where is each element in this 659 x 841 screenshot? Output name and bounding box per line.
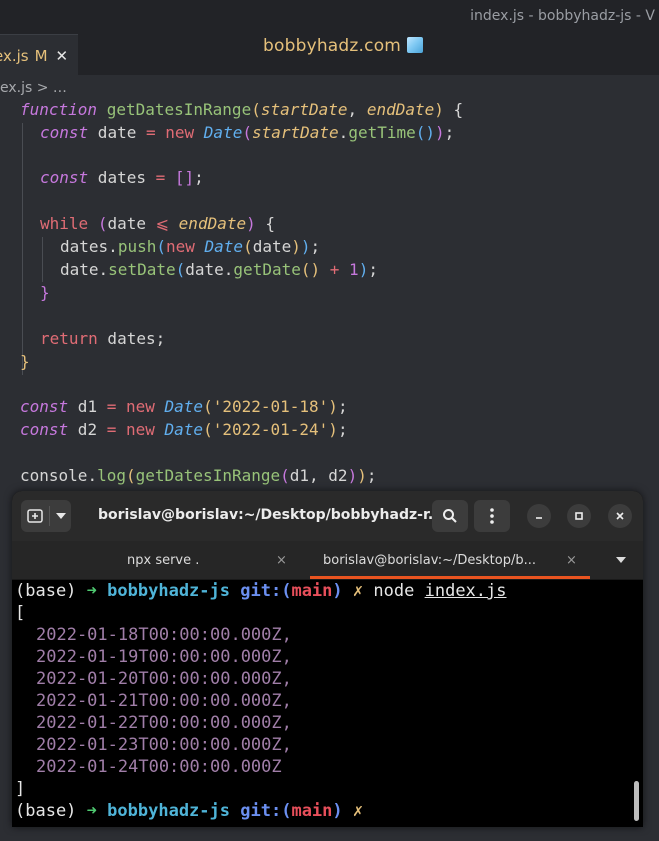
terminal-tab-active[interactable]: borislav@borislav:~/Desktop/b... bbox=[323, 541, 536, 579]
code-line: console.log(getDatesInRange(d1, d2)); bbox=[20, 466, 377, 485]
editor-tab-bar: index.js - bobbyhadz-js - V ex.js M ✕ bo… bbox=[0, 0, 659, 76]
minimize-button[interactable] bbox=[527, 504, 551, 528]
brand-watermark: bobbyhadz.com bbox=[263, 36, 424, 56]
terminal-tab-bar: npx serve . × borislav@borislav:~/Deskto… bbox=[12, 541, 643, 580]
new-tab-icon bbox=[26, 509, 43, 523]
close-icon[interactable]: × bbox=[566, 553, 577, 568]
output-date: 2022-01-23T00:00:00.000Z, bbox=[36, 735, 292, 755]
code-line: while (date ⩽ endDate) { bbox=[40, 214, 276, 233]
close-icon bbox=[616, 512, 624, 520]
terminal-tab-close[interactable]: × bbox=[566, 541, 577, 579]
terminal-tab-npx-serve[interactable]: npx serve . bbox=[127, 541, 199, 579]
terminal-tab-label: borislav@borislav:~/Desktop/b... bbox=[323, 552, 536, 568]
output-date: 2022-01-22T00:00:00.000Z, bbox=[36, 713, 292, 733]
ice-cube-icon bbox=[407, 37, 424, 53]
terminal-window[interactable]: borislav@borislav:~/Desktop/bobbyhadz-r.… bbox=[12, 491, 643, 827]
tab-index-js[interactable]: ex.js M ✕ bbox=[0, 34, 78, 76]
output-line: ] bbox=[15, 779, 26, 799]
window-title: index.js - bobbyhadz-js - V bbox=[470, 8, 655, 24]
code-line: const dates = []; bbox=[40, 168, 204, 187]
maximize-icon bbox=[575, 512, 583, 520]
output-date: 2022-01-24T00:00:00.000Z bbox=[36, 757, 282, 777]
code-line: const date = new Date(startDate.getTime(… bbox=[40, 123, 455, 142]
chevron-down-icon bbox=[616, 557, 626, 563]
output-date: 2022-01-21T00:00:00.000Z, bbox=[36, 691, 292, 711]
output-date: 2022-01-18T00:00:00.000Z, bbox=[36, 625, 292, 645]
close-icon[interactable]: × bbox=[276, 553, 287, 568]
maximize-button[interactable] bbox=[567, 504, 591, 528]
code-line: date.setDate(date.getDate() + 1); bbox=[60, 260, 378, 279]
search-button[interactable] bbox=[432, 500, 468, 532]
code-line: dates.push(new Date(date)); bbox=[60, 237, 321, 256]
output-line: [ bbox=[15, 603, 26, 623]
code-line: } bbox=[20, 352, 30, 371]
tab-list-dropdown[interactable] bbox=[616, 541, 626, 579]
modified-indicator: M bbox=[34, 46, 48, 65]
prompt-line: (base) ➜ bobbyhadz-js git:(main) ✗ bbox=[15, 801, 364, 821]
breadcrumb[interactable]: ex.js > … bbox=[0, 80, 67, 96]
brand-text: bobbyhadz.com bbox=[263, 36, 402, 56]
active-tab-indicator bbox=[310, 576, 590, 579]
kebab-menu-icon bbox=[490, 508, 494, 524]
minimize-icon bbox=[536, 517, 542, 519]
indent-guide bbox=[42, 237, 43, 282]
terminal-header: borislav@borislav:~/Desktop/bobbyhadz-r.… bbox=[12, 491, 643, 541]
prompt-line: (base) ➜ bobbyhadz-js git:(main) ✗ node … bbox=[15, 581, 507, 601]
chevron-down-icon bbox=[55, 513, 66, 519]
terminal-tab-label: npx serve . bbox=[127, 552, 200, 568]
indent-guide bbox=[22, 123, 23, 375]
code-line: return dates; bbox=[40, 329, 166, 348]
code-line: function getDatesInRange(startDate, endD… bbox=[20, 100, 464, 119]
code-line: } bbox=[40, 283, 50, 302]
scrollbar-thumb[interactable] bbox=[634, 781, 639, 821]
close-window-button[interactable] bbox=[608, 504, 632, 528]
output-date: 2022-01-19T00:00:00.000Z, bbox=[36, 647, 292, 667]
code-line: const d1 = new Date('2022-01-18'); bbox=[20, 397, 348, 416]
menu-button[interactable] bbox=[474, 500, 510, 532]
new-tab-button[interactable] bbox=[21, 500, 71, 532]
tab-filename: ex.js bbox=[0, 46, 29, 65]
close-icon[interactable]: ✕ bbox=[56, 47, 69, 65]
output-date: 2022-01-20T00:00:00.000Z, bbox=[36, 669, 292, 689]
code-line: const d2 = new Date('2022-01-24'); bbox=[20, 420, 348, 439]
search-icon bbox=[443, 509, 457, 523]
terminal-title: borislav@borislav:~/Desktop/bobbyhadz-r.… bbox=[98, 507, 444, 523]
terminal-tab-close[interactable]: × bbox=[276, 541, 287, 579]
